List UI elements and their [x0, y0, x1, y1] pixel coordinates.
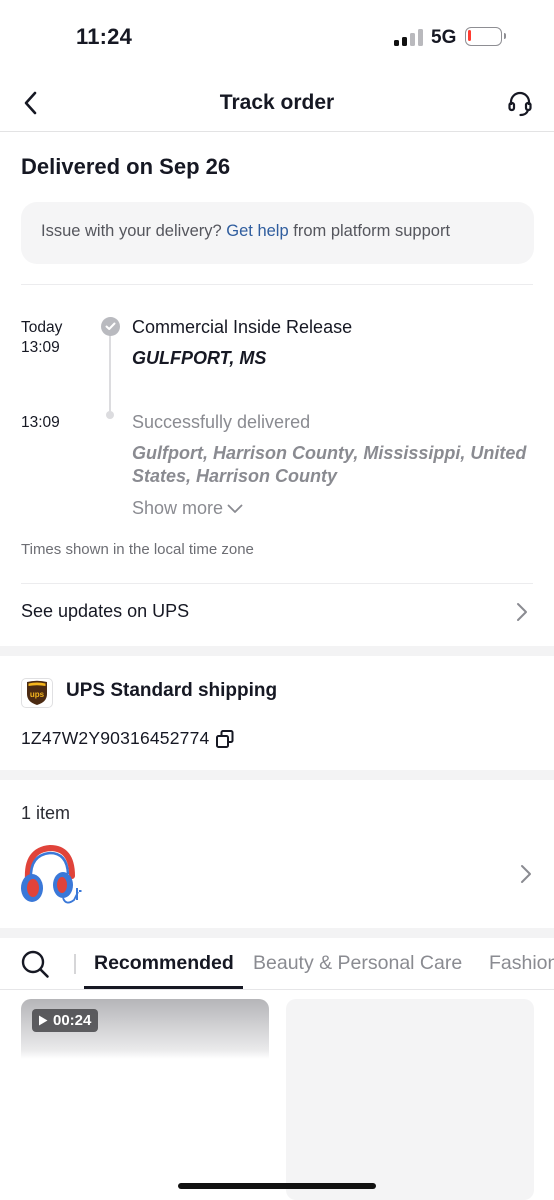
section-separator	[0, 770, 554, 780]
tab-beauty-personal-care[interactable]: Beauty & Personal Care	[253, 952, 462, 975]
ups-logo-text: ups	[30, 690, 45, 699]
timeline-connector	[109, 334, 111, 414]
chevron-down-icon	[227, 504, 243, 513]
copy-icon[interactable]	[215, 729, 235, 749]
section-separator	[0, 646, 554, 656]
timeline-time: 13:09	[21, 339, 60, 356]
video-duration: 00:24	[53, 1012, 92, 1029]
active-tab-indicator	[84, 986, 243, 989]
search-icon[interactable]	[20, 949, 50, 979]
help-suffix: from platform support	[293, 222, 451, 240]
section-separator	[0, 928, 554, 938]
shipping-method: UPS Standard shipping	[66, 680, 278, 701]
status-time: 11:24	[76, 24, 133, 49]
tracking-number: 1Z47W2Y90316452774	[21, 728, 210, 748]
see-updates-on-ups-link[interactable]: See updates on UPS	[0, 584, 554, 640]
product-card[interactable]: 00:24	[21, 999, 269, 1200]
divider	[21, 284, 533, 285]
video-duration-badge: 00:24	[32, 1009, 99, 1032]
headset-icon	[508, 91, 532, 117]
timeline-location: Gulfport, Harrison County, Mississippi, …	[132, 443, 527, 486]
timeline-status: Successfully delivered	[132, 412, 311, 432]
help-prefix: Issue with your delivery?	[41, 222, 222, 240]
timeline-location: GULFPORT, MS	[132, 348, 267, 368]
delivery-status-title: Delivered on Sep 26	[21, 154, 231, 179]
cellular-signal-icon	[394, 28, 424, 46]
product-card[interactable]	[286, 999, 534, 1200]
status-bar: 11:24 5G	[0, 0, 554, 74]
timeline-status: Commercial Inside Release	[132, 317, 353, 337]
ups-logo: ups	[21, 678, 53, 708]
item-count: 1 item	[21, 803, 71, 823]
show-more-label: Show more	[132, 498, 224, 518]
timezone-note: Times shown in the local time zone	[21, 541, 254, 558]
tracking-number-row: 1Z47W2Y90316452774	[21, 728, 235, 749]
home-indicator	[178, 1183, 376, 1189]
customer-support-button[interactable]	[504, 87, 536, 119]
help-banner: Issue with your delivery? Get help from …	[21, 202, 534, 264]
timeline-date: Today	[21, 319, 63, 336]
nav-bar: Track order	[0, 74, 554, 132]
timeline-time: 13:09	[21, 414, 60, 431]
network-type: 5G	[431, 27, 457, 48]
check-circle-icon	[101, 317, 120, 336]
page-title: Track order	[219, 91, 335, 114]
get-help-link[interactable]: Get help	[226, 222, 288, 240]
battery-icon	[465, 27, 506, 46]
headphones-product-image	[21, 844, 82, 904]
recommendation-tabs: Recommended Beauty & Personal Care Fashi…	[0, 938, 554, 990]
timeline-dot	[106, 411, 114, 419]
tab-recommended[interactable]: Recommended	[94, 952, 234, 975]
tab-fashion[interactable]: Fashion	[489, 952, 554, 975]
play-icon	[39, 1015, 48, 1026]
show-more-button[interactable]: Show more	[132, 498, 243, 519]
chevron-right-icon	[517, 603, 527, 621]
tab-separator	[74, 954, 76, 974]
chevron-right-icon	[521, 865, 531, 883]
order-item-row[interactable]	[0, 840, 554, 912]
see-updates-label: See updates on UPS	[21, 601, 190, 621]
